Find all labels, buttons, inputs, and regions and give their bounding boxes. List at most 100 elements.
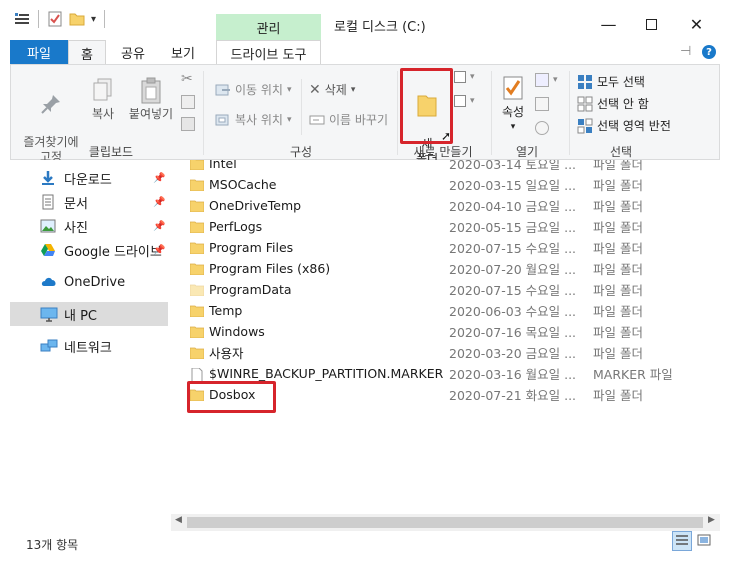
file-row[interactable]: Temp 2020-06-03 수요일 ... 파일 폴더 — [175, 300, 720, 321]
tab-drive-tools[interactable]: 드라이브 도구 — [216, 40, 321, 65]
nav-item[interactable]: 문서 📌 — [10, 190, 168, 214]
file-row[interactable]: Program Files 2020-07-15 수요일 ... 파일 폴더 — [175, 237, 720, 258]
group-separator — [203, 71, 204, 155]
file-row[interactable]: 사용자 2020-03-20 금요일 ... 파일 폴더 — [175, 342, 720, 363]
pin-ribbon-icon[interactable]: ⊣ — [680, 44, 691, 59]
nav-item[interactable]: 네트워크 — [10, 334, 168, 358]
easy-access-icon[interactable]: ▾ — [454, 95, 475, 107]
file-type: 파일 폴더 — [593, 199, 643, 214]
file-row[interactable]: OneDriveTemp 2020-04-10 금요일 ... 파일 폴더 — [175, 195, 720, 216]
this-pc-icon — [40, 306, 58, 322]
edit-icon[interactable] — [535, 97, 549, 111]
file-name: Intel — [209, 160, 237, 171]
copy-path-icon[interactable] — [181, 95, 195, 109]
scroll-right-icon[interactable]: ▶ — [708, 515, 715, 525]
pin-icon — [41, 95, 60, 114]
history-icon[interactable] — [535, 121, 549, 135]
file-type: MARKER 파일 — [593, 367, 673, 382]
new-folder-qat-icon[interactable] — [69, 12, 85, 26]
minimize-button[interactable]: — — [586, 8, 631, 40]
move-to-button[interactable]: 이동 위치 ▾ — [215, 81, 292, 98]
file-date: 2020-06-03 수요일 ... — [449, 304, 577, 319]
ribbon-tabs: 파일 홈 공유 보기 드라이브 도구 ⊣ ? — [0, 40, 730, 65]
file-name: MSOCache — [209, 177, 277, 192]
invert-selection-button[interactable]: 선택 영역 반전 — [577, 117, 671, 134]
file-date: 2020-07-21 화요일 ... — [449, 388, 577, 403]
rename-label: 이름 바꾸기 — [329, 113, 389, 127]
select-all-button[interactable]: 모두 선택 — [577, 73, 645, 90]
manage-context-tab[interactable]: 관리 — [216, 14, 321, 40]
dosbox-highlight — [187, 381, 276, 413]
large-icons-view-button[interactable] — [695, 531, 715, 551]
nav-item[interactable]: 내 PC — [10, 302, 168, 326]
file-type: 파일 폴더 — [593, 262, 643, 277]
paste-shortcut-icon[interactable] — [181, 117, 195, 131]
file-list: Intel 2020-03-14 토요일 ... 파일 폴더 MSOCache 2020… — [175, 160, 720, 510]
new-item-icon[interactable]: ▾ — [454, 71, 475, 83]
nav-item[interactable]: Google 드라이브 📌 — [10, 238, 168, 262]
file-row[interactable]: MSOCache 2020-03-15 일요일 ... 파일 폴더 — [175, 174, 720, 195]
file-name: Windows — [209, 324, 265, 339]
pin-icon[interactable]: 📌 — [153, 245, 165, 256]
title-bar: ▾ 관리 로컬 디스크 (C:) — ✕ — [0, 0, 730, 40]
nav-item[interactable]: OneDrive — [10, 270, 168, 294]
file-date: 2020-05-15 금요일 ... — [449, 220, 577, 235]
organize-group-label: 구성 — [289, 145, 313, 159]
delete-button[interactable]: ✕ 삭제 ▾ — [309, 81, 355, 98]
horizontal-scrollbar[interactable]: ◀ ▶ — [171, 514, 720, 531]
folder-icon — [189, 305, 205, 317]
folder-icon — [189, 284, 205, 296]
file-name: Temp — [209, 303, 243, 318]
file-type: 파일 폴더 — [593, 178, 643, 193]
navigation-pane: 다운로드 📌 문서 📌 사진 📌 Google 드라이브 📌 OneDrive 내 PC 네트워크 — [10, 160, 168, 513]
nav-item[interactable]: 다운로드 📌 — [10, 166, 168, 190]
pin-icon[interactable]: 📌 — [153, 197, 165, 208]
help-icon[interactable]: ? — [702, 45, 716, 59]
invert-selection-icon — [577, 118, 593, 133]
cut-icon[interactable]: ✂ — [181, 71, 193, 87]
copy-button[interactable]: 복사 — [85, 77, 121, 122]
properties-button[interactable]: 속성 ▾ — [495, 75, 531, 135]
copy-label: 복사 — [91, 107, 115, 121]
file-name: OneDriveTemp — [209, 198, 302, 213]
scroll-left-icon[interactable]: ◀ — [175, 515, 182, 525]
pin-icon[interactable]: 📌 — [153, 221, 165, 232]
file-date: 2020-07-16 목요일 ... — [449, 325, 577, 340]
group-separator — [569, 71, 570, 155]
file-row[interactable]: Program Files (x86) 2020-07-20 월요일 ... 파일 … — [175, 258, 720, 279]
tab-view[interactable]: 보기 — [160, 40, 206, 65]
file-name: Program Files (x86) — [209, 261, 331, 276]
folder-icon — [189, 326, 205, 338]
folder-icon — [189, 347, 205, 359]
pictures-icon — [40, 218, 58, 234]
file-row[interactable]: ProgramData 2020-07-15 수요일 ... 파일 폴더 — [175, 279, 720, 300]
file-row[interactable]: PerfLogs 2020-05-15 금요일 ... 파일 폴더 — [175, 216, 720, 237]
select-group-label: 선택 — [609, 145, 633, 159]
toolbar-separator — [38, 10, 39, 28]
explorer-icon[interactable] — [14, 12, 30, 26]
window-title: 로컬 디스크 (C:) — [334, 20, 426, 35]
select-none-button[interactable]: 선택 안 함 — [577, 95, 649, 112]
qat-dropdown-icon[interactable]: ▾ — [91, 14, 96, 25]
folder-icon — [189, 179, 205, 191]
file-row[interactable]: Windows 2020-07-16 목요일 ... 파일 폴더 — [175, 321, 720, 342]
tab-file[interactable]: 파일 — [10, 40, 68, 65]
properties-check-icon[interactable] — [47, 11, 63, 27]
pin-icon[interactable]: 📌 — [153, 173, 165, 184]
copy-to-button[interactable]: 복사 위치 ▾ — [215, 111, 292, 128]
scrollbar-thumb[interactable] — [187, 517, 703, 528]
file-row[interactable]: Intel 2020-03-14 토요일 ... 파일 폴더 — [175, 160, 720, 174]
rename-button[interactable]: 이름 바꾸기 — [309, 111, 388, 128]
nav-item[interactable]: 사진 📌 — [10, 214, 168, 238]
file-icon — [190, 367, 204, 382]
open-icon[interactable]: ▾ — [535, 73, 558, 87]
nav-item-label: OneDrive — [64, 274, 126, 290]
close-button[interactable]: ✕ — [674, 8, 719, 40]
paste-button[interactable]: 붙여넣기 — [123, 77, 179, 122]
details-view-button[interactable] — [672, 531, 692, 551]
maximize-button[interactable] — [629, 8, 674, 40]
file-date: 2020-03-15 일요일 ... — [449, 178, 577, 193]
tab-home[interactable]: 홈 — [68, 40, 106, 65]
file-type: 파일 폴더 — [593, 388, 643, 403]
tab-share[interactable]: 공유 — [110, 40, 156, 65]
